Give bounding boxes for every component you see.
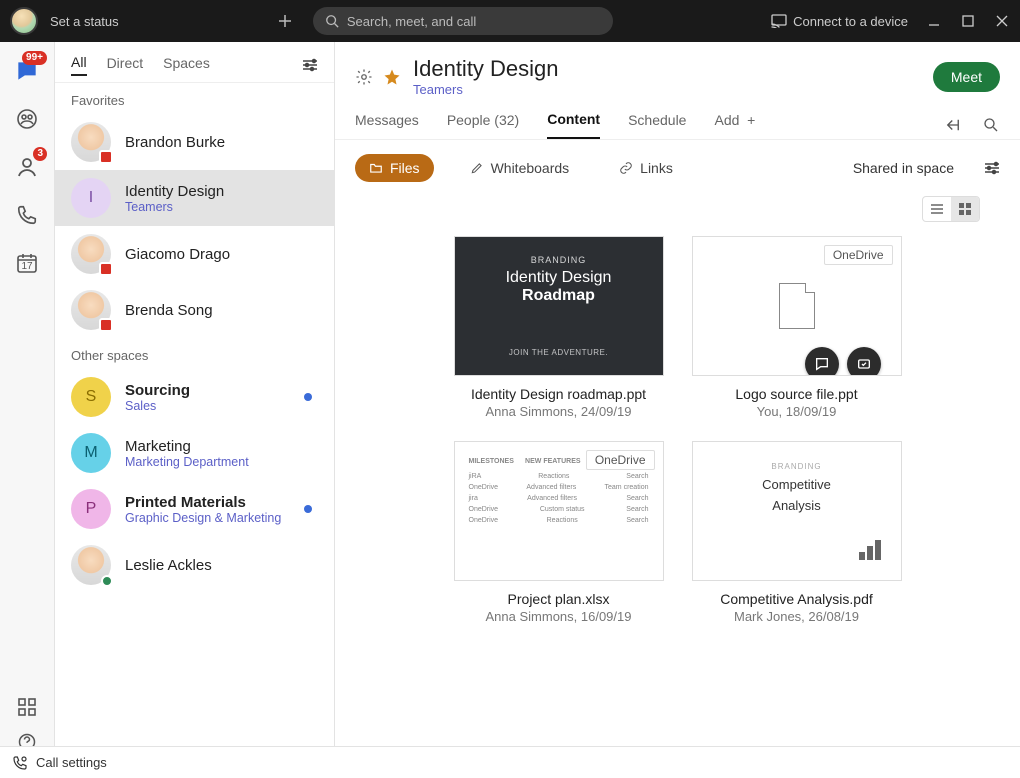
file-thumbnail: OneDrive Update file share	[692, 236, 902, 376]
people-tab[interactable]: People (32)	[447, 112, 519, 138]
star-icon[interactable]	[383, 68, 401, 86]
message-action[interactable]	[805, 347, 839, 376]
maximize-button[interactable]	[960, 13, 976, 29]
space-title: Identity Design	[413, 56, 559, 82]
view-toggle	[922, 196, 980, 222]
grid-view-button[interactable]	[951, 197, 979, 221]
unread-dot	[304, 505, 312, 513]
list-view-button[interactable]	[923, 197, 951, 221]
tab-spaces[interactable]: Spaces	[163, 55, 210, 75]
phone-settings-icon	[12, 755, 28, 771]
settings-icon[interactable]	[355, 68, 373, 86]
teams-nav[interactable]	[12, 104, 42, 134]
other-spaces-header: Other spaces	[55, 338, 334, 369]
call-settings-bar[interactable]: Call settings	[0, 746, 1020, 778]
activity-icon[interactable]	[944, 116, 962, 134]
list-item[interactable]: Brenda Song	[55, 282, 334, 338]
list-item[interactable]: M Marketing Marketing Department	[55, 425, 334, 481]
list-item[interactable]: P Printed Materials Graphic Design & Mar…	[55, 481, 334, 537]
search-placeholder: Search, meet, and call	[347, 14, 476, 29]
calendar-nav[interactable]: 17	[12, 248, 42, 278]
add-tab[interactable]: Add +	[714, 112, 755, 138]
source-badge: OneDrive	[586, 450, 655, 470]
document-icon	[779, 283, 815, 329]
messaging-nav[interactable]: 99+	[12, 56, 42, 86]
list-icon	[930, 203, 944, 215]
chat-icon	[814, 356, 830, 372]
grid-icon	[17, 697, 37, 717]
status-text[interactable]: Set a status	[50, 14, 119, 29]
cast-icon	[771, 14, 787, 28]
list-item[interactable]: Giacomo Drago	[55, 226, 334, 282]
messages-tab[interactable]: Messages	[355, 112, 419, 138]
sliders-icon	[302, 58, 318, 72]
phone-icon	[16, 204, 38, 226]
tab-direct[interactable]: Direct	[107, 55, 144, 75]
shared-in-space[interactable]: Shared in space	[853, 160, 954, 176]
search-icon	[325, 14, 339, 28]
tab-all[interactable]: All	[71, 54, 87, 76]
space-subtitle[interactable]: Teamers	[413, 82, 559, 97]
apps-nav[interactable]	[12, 692, 42, 722]
sidebar: All Direct Spaces Favorites Brandon Burk…	[55, 42, 335, 778]
folder-icon	[369, 161, 383, 175]
calls-nav[interactable]	[12, 200, 42, 230]
file-thumbnail: BRANDING Identity Design Roadmap JOIN TH…	[454, 236, 664, 376]
bar-chart-icon	[859, 540, 881, 560]
links-chip[interactable]: Links	[605, 154, 687, 182]
unread-dot	[304, 393, 312, 401]
search-input[interactable]: Search, meet, and call	[313, 7, 613, 35]
whiteboards-chip[interactable]: Whiteboards	[456, 154, 584, 182]
user-avatar[interactable]	[10, 7, 38, 35]
file-card[interactable]: BRANDING Identity Design Roadmap JOIN TH…	[454, 236, 664, 419]
list-item[interactable]: I Identity Design Teamers	[55, 170, 334, 226]
favorites-header: Favorites	[55, 83, 334, 114]
source-badge: OneDrive	[824, 245, 893, 265]
main-pane: Identity Design Teamers Meet Messages Pe…	[335, 42, 1020, 778]
files-chip[interactable]: Files	[355, 154, 434, 182]
file-card[interactable]: OneDrive Update file share	[692, 236, 902, 419]
file-card[interactable]: OneDrive MILESTONES NEW FEATURES IMPROVE…	[454, 441, 664, 624]
titlebar: Set a status Search, meet, and call Conn…	[0, 0, 1020, 42]
contacts-nav[interactable]: 3	[12, 152, 42, 182]
close-button[interactable]	[994, 13, 1010, 29]
filter-icon[interactable]	[984, 161, 1000, 175]
meet-button[interactable]: Meet	[933, 62, 1000, 92]
list-item[interactable]: Leslie Ackles	[55, 537, 334, 593]
list-item[interactable]: S Sourcing Sales	[55, 369, 334, 425]
cursor-icon	[863, 375, 877, 376]
list-item[interactable]: Brandon Burke	[55, 114, 334, 170]
new-action-button[interactable]	[277, 13, 301, 29]
file-thumbnail: BRANDING Competitive Analysis	[692, 441, 902, 581]
connect-device-button[interactable]: Connect to a device	[771, 14, 908, 29]
minimize-button[interactable]	[926, 13, 942, 29]
file-card[interactable]: BRANDING Competitive Analysis Competitiv…	[692, 441, 902, 624]
nav-rail: 99+ 3 17 Help	[0, 42, 55, 778]
schedule-tab[interactable]: Schedule	[628, 112, 686, 138]
filter-button[interactable]	[302, 58, 318, 72]
grid-small-icon	[959, 203, 971, 215]
content-tab[interactable]: Content	[547, 111, 600, 139]
people-circle-icon	[15, 107, 39, 131]
pencil-icon	[470, 161, 484, 175]
search-content-icon[interactable]	[982, 116, 1000, 134]
share-update-icon	[856, 356, 872, 372]
link-icon	[619, 161, 633, 175]
share-action[interactable]: Update file share	[847, 347, 881, 376]
file-thumbnail: OneDrive MILESTONES NEW FEATURES IMPROVE…	[454, 441, 664, 581]
